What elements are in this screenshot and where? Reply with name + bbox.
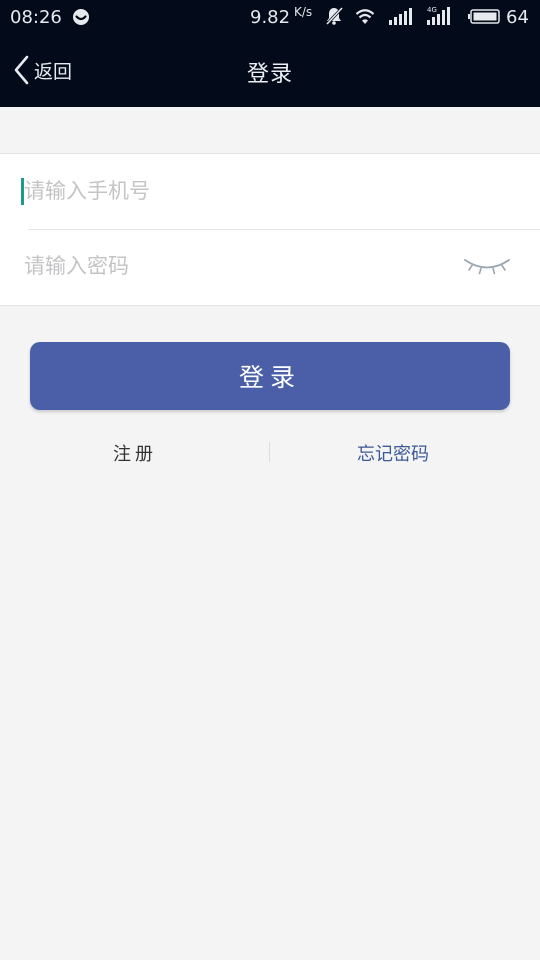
- battery-icon: [468, 9, 500, 24]
- wifi-icon: [355, 9, 375, 24]
- bell-muted-icon: [325, 6, 344, 26]
- navigation-bar: 返回 登录: [0, 36, 540, 107]
- forgot-password-link[interactable]: 忘记密码: [270, 440, 516, 466]
- notification-app-icon: [73, 9, 89, 25]
- net-speed-unit: K/s: [294, 5, 313, 19]
- password-input[interactable]: [24, 247, 444, 285]
- login-button[interactable]: 登录: [30, 342, 510, 410]
- app-header-area: 08:26 9.82 K/s 4G 64 返回 登录: [0, 0, 540, 107]
- page-title: 登录: [246, 62, 293, 87]
- cell-signal-4g-icon: 4G: [427, 6, 450, 25]
- register-link[interactable]: 注册: [0, 440, 270, 466]
- password-row: [0, 229, 540, 304]
- battery-level: 64: [506, 7, 529, 28]
- auth-links: 注册 忘记密码: [0, 434, 540, 470]
- net-speed: 9.82: [250, 7, 291, 28]
- eye-closed-icon[interactable]: [462, 255, 512, 277]
- status-bar: 08:26 9.82 K/s 4G 64: [0, 0, 540, 36]
- phone-input[interactable]: [24, 172, 444, 210]
- network-type-label: 4G: [427, 6, 437, 14]
- login-form: [0, 153, 540, 306]
- phone-row: [0, 154, 540, 229]
- status-time: 08:26: [10, 7, 62, 28]
- cell-signal-icon: [389, 8, 412, 25]
